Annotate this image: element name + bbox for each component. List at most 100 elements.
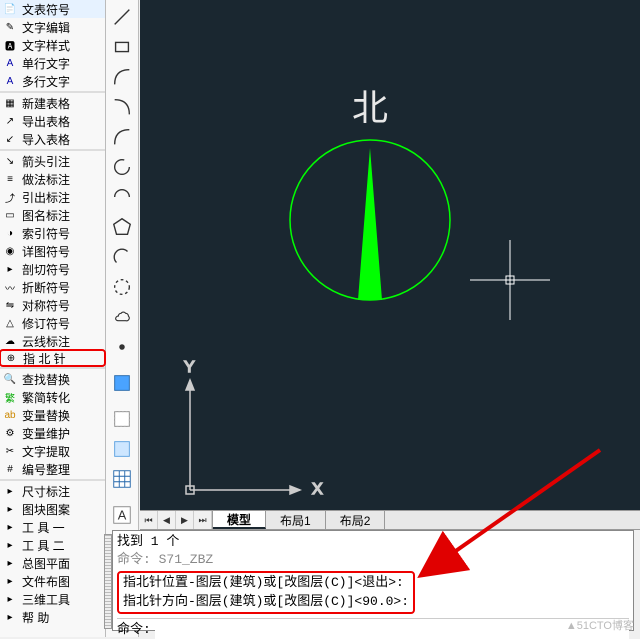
tool-method-label[interactable]: ≡做法标注 (0, 170, 105, 188)
tab-prev[interactable]: ◀ (158, 511, 176, 529)
chevron-right-icon: ▸ (2, 555, 18, 571)
tool-number-sort[interactable]: #编号整理 (0, 460, 105, 478)
tool-figure-label[interactable]: ▭图名标注 (0, 206, 105, 224)
icon-index-symbol: ◑ (2, 225, 18, 241)
tab-next[interactable]: ▶ (176, 511, 194, 529)
icon-number-sort: # (2, 461, 18, 477)
tool-text-a[interactable]: A (108, 501, 136, 529)
chevron-right-icon: ▸ (2, 537, 18, 553)
tool-file-layout[interactable]: ▸文件布图 (0, 572, 105, 590)
tool-help[interactable]: ▸帮 助 (0, 608, 105, 626)
tool-var-replace[interactable]: ab变量替换 (0, 406, 105, 424)
icon-text-symbol: 📄 (2, 1, 18, 17)
icon-export-table: ↗ (2, 113, 18, 129)
icon-callout-label: ⤴ (2, 189, 18, 205)
draw-arc-5[interactable] (108, 243, 136, 271)
cursor-crosshair (470, 240, 550, 320)
icon-find: 🔍 (2, 371, 18, 387)
layout-tabbar: ⏮ ◀ ▶ ⏭ 模型 布局1 布局2 (140, 510, 640, 530)
tool-tools-2[interactable]: ▸工 具 二 (0, 536, 105, 554)
drawing-canvas[interactable]: 北 X Y (140, 0, 640, 510)
cmd-highlight-box: 指北针位置-图层(建筑)或[改图层(C)]<退出>: 指北针方向-图层(建筑)或… (117, 571, 415, 613)
cmd-resize-handle[interactable] (104, 534, 112, 629)
chevron-right-icon: ▸ (2, 483, 18, 499)
icon-north-arrow: ⊕ (3, 350, 19, 366)
tool-trad-simp[interactable]: 繁繁简转化 (0, 388, 105, 406)
icon-figure-label: ▭ (2, 207, 18, 223)
svg-text:A: A (118, 508, 127, 523)
tool-export-table[interactable]: ↗导出表格 (0, 112, 105, 130)
separator (0, 367, 105, 369)
tab-layout1[interactable]: 布局1 (266, 511, 326, 529)
chevron-right-icon: ▸ (2, 519, 18, 535)
draw-circle-dash[interactable] (108, 273, 136, 301)
tool-siteplan[interactable]: ▸总图平面 (0, 554, 105, 572)
tool-3d-tools[interactable]: ▸三维工具 (0, 590, 105, 608)
icon-single-text: A (2, 55, 18, 71)
icon-detail-symbol: ◉ (2, 243, 18, 259)
tool-swatch1[interactable] (108, 405, 136, 433)
tool-new-table[interactable]: ▦新建表格 (0, 94, 105, 112)
draw-arc-4[interactable] (108, 183, 136, 211)
icon-symmetry-symbol: ⇋ (2, 297, 18, 313)
tool-arrow-leader[interactable]: ↘箭头引注 (0, 152, 105, 170)
icon-arrow-leader: ↘ (2, 153, 18, 169)
draw-revcloud[interactable] (108, 303, 136, 331)
tool-text-extract[interactable]: ✂文字提取 (0, 442, 105, 460)
tool-multi-text[interactable]: A多行文字 (0, 72, 105, 90)
tool-north-arrow[interactable]: ⊕指 北 针 (0, 349, 106, 367)
cmd-history-last: 命令: S71_ZBZ (117, 551, 629, 569)
tool-block-pattern[interactable]: ▸图块图案 (0, 500, 105, 518)
tool-find-replace[interactable]: 🔍查找替换 (0, 370, 105, 388)
tab-first[interactable]: ⏮ (140, 511, 158, 529)
icon-import-table: ↙ (2, 131, 18, 147)
draw-rect[interactable] (108, 33, 136, 61)
draw-point[interactable] (108, 333, 136, 361)
tool-revcloud-label[interactable]: ☁云线标注 (0, 332, 105, 350)
tab-layout2[interactable]: 布局2 (326, 511, 386, 529)
tool-dim[interactable]: ▸尺寸标注 (0, 482, 105, 500)
tool-text-style[interactable]: 🅰文字样式 (0, 36, 105, 54)
separator (0, 149, 105, 151)
tool-index-symbol[interactable]: ◑索引符号 (0, 224, 105, 242)
tool-detail-symbol[interactable]: ◉详图符号 (0, 242, 105, 260)
command-window[interactable]: 找到 1 个 命令: S71_ZBZ 指北针位置-图层(建筑)或[改图层(C)]… (112, 530, 634, 631)
draw-polygon[interactable] (108, 213, 136, 241)
tool-import-table[interactable]: ↙导入表格 (0, 130, 105, 148)
draw-circle-open[interactable] (108, 153, 136, 181)
icon-text-edit: ✎ (2, 19, 18, 35)
tool-tools-1[interactable]: ▸工 具 一 (0, 518, 105, 536)
left-toolbar: 📄文表符号 ✎文字编辑 🅰文字样式 A单行文字 A多行文字 ▦新建表格 ↗导出表… (0, 0, 106, 637)
icon-method-label: ≡ (2, 171, 18, 187)
tool-callout-label[interactable]: ⤴引出标注 (0, 188, 105, 206)
cmd-line2: 指北针方向-图层(建筑)或[改图层(C)]<90.0>: (123, 593, 409, 611)
cmd-line1: 指北针位置-图层(建筑)或[改图层(C)]<退出>: (123, 574, 409, 592)
tool-revision-symbol[interactable]: △修订符号 (0, 314, 105, 332)
separator (0, 91, 105, 93)
icon-var-replace: ab (2, 407, 18, 423)
tool-var-maintain[interactable]: ⚙变量维护 (0, 424, 105, 442)
tool-section-symbol[interactable]: ▸剖切符号 (0, 260, 105, 278)
command-input[interactable] (155, 621, 629, 639)
draw-arc-3[interactable] (108, 123, 136, 151)
draw-arc-1[interactable] (108, 63, 136, 91)
compass-label: 北 (352, 88, 388, 128)
tab-model[interactable]: 模型 (213, 511, 266, 529)
chevron-right-icon: ▸ (2, 501, 18, 517)
icon-revision-symbol: △ (2, 315, 18, 331)
tool-swatch2[interactable] (108, 435, 136, 463)
icon-text-style: 🅰 (2, 37, 18, 53)
icon-section-symbol: ▸ (2, 261, 18, 277)
icon-trad-simp: 繁 (2, 389, 18, 405)
tool-symmetry-symbol[interactable]: ⇋对称符号 (0, 296, 105, 314)
tool-single-text[interactable]: A单行文字 (0, 54, 105, 72)
tool-grid[interactable] (108, 465, 136, 493)
tab-last[interactable]: ⏭ (194, 511, 212, 529)
draw-line[interactable] (108, 3, 136, 31)
tool-bluebox[interactable] (108, 369, 136, 397)
tool-break-symbol[interactable]: 〰折断符号 (0, 278, 105, 296)
tool-text-symbol[interactable]: 📄文表符号 (0, 0, 105, 18)
draw-arc-2[interactable] (108, 93, 136, 121)
tool-text-edit[interactable]: ✎文字编辑 (0, 18, 105, 36)
icon-text-extract: ✂ (2, 443, 18, 459)
